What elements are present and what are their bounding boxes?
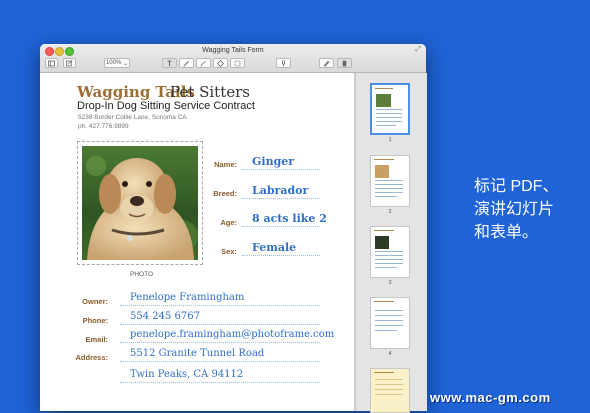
age-label: Age: [220, 218, 237, 227]
breed-label: Breed: [213, 189, 237, 198]
brand-name-regular: Pet Sitters [170, 83, 250, 101]
pen-icon [183, 60, 189, 67]
sidebar-toggle-button[interactable] [45, 58, 58, 68]
pdf-page: Wagging Tails Pet Sitters Drop-In Dog Si… [40, 73, 354, 411]
contract-subtitle: Drop-In Dog Sitting Service Contract [77, 100, 255, 112]
sign-button[interactable] [319, 58, 334, 68]
window-title: Wagging Tails Form [202, 47, 264, 54]
address-line-2-value[interactable]: Twin Peaks, CA 94112 [130, 369, 243, 380]
page-number-4: 4 [388, 351, 392, 357]
page-thumbnail-5[interactable] [370, 368, 410, 413]
phone-value[interactable]: 554 245 6767 [130, 311, 200, 322]
text-cursor-icon [167, 60, 172, 66]
sex-value[interactable]: Female [252, 241, 296, 254]
selection-tool-button[interactable] [230, 58, 245, 68]
promo-line-2: 演讲幻灯片 [474, 201, 555, 218]
email-label: Email: [85, 335, 108, 344]
age-value[interactable]: 8 acts like 2 [252, 212, 327, 225]
address-line: 5238 Border Collie Lane, Sonoma CA [78, 114, 187, 121]
name-value[interactable]: Ginger [252, 155, 294, 168]
promo-line-1: 标记 PDF、 [474, 178, 559, 195]
owner-label: Owner: [82, 297, 108, 306]
thumbnail-sidebar: 1 2 3 4 [355, 73, 427, 413]
phone-label: Phone: [82, 316, 108, 325]
name-field-line [242, 169, 320, 170]
sex-label: Sex: [221, 247, 237, 256]
pen-nib-icon [323, 60, 330, 67]
page-number-1: 1 [388, 137, 392, 143]
font-style-button[interactable] [276, 58, 291, 68]
breed-field-line [242, 198, 320, 199]
page-thumbnail-1[interactable] [370, 83, 410, 135]
photo-caption: PHOTO [130, 271, 153, 278]
brush-icon [200, 60, 206, 66]
page-thumbnail-2[interactable] [370, 155, 410, 207]
phone-line: ph. 427.776.9899 [78, 123, 129, 130]
page-thumbnail-4[interactable] [370, 297, 410, 349]
rect-select-icon [234, 60, 241, 66]
page-number-3: 3 [388, 280, 392, 286]
promo-text: 标记 PDF、 演讲幻灯片 和表单。 [474, 175, 558, 244]
shapes-tool-button[interactable] [213, 58, 228, 68]
shape-icon [217, 59, 224, 67]
sex-field-line [242, 255, 320, 256]
watermark: www.mac-gm.com [430, 390, 551, 405]
page-thumbnail-3[interactable] [370, 226, 410, 278]
breed-value[interactable]: Labrador [252, 184, 308, 197]
email-value[interactable]: penelope.framingham@photoframe.com [130, 329, 334, 340]
edit-note-icon [66, 59, 73, 66]
page-number-2: 2 [388, 209, 392, 215]
name-label: Name: [214, 160, 237, 169]
owner-value[interactable]: Penelope Framingham [130, 292, 244, 303]
titlebar: Wagging Tails Form ⤢ 100% ⌄ [40, 44, 426, 73]
age-field-line [242, 226, 320, 227]
annotate-button[interactable] [337, 58, 352, 68]
address-value[interactable]: 5512 Granite Tunnel Road [130, 348, 264, 359]
markup-edit-button[interactable] [63, 58, 76, 68]
address-field-line [120, 361, 320, 362]
text-tool-button[interactable] [162, 58, 177, 68]
microphone-icon [282, 59, 285, 66]
fullscreen-icon[interactable]: ⤢ [415, 46, 421, 54]
zoom-select[interactable]: 100% ⌄ [104, 58, 130, 68]
chevron-down-icon: ⌄ [121, 60, 129, 67]
promo-line-3: 和表单。 [474, 224, 539, 241]
sketch-tool-button[interactable] [179, 58, 194, 68]
email-field-line [120, 342, 320, 343]
sidebar-icon [48, 60, 55, 66]
phone-field-line [120, 324, 320, 325]
zoom-level: 100% [105, 60, 122, 66]
draw-tool-button[interactable] [196, 58, 211, 68]
owner-field-line [120, 305, 320, 306]
address-label: Address: [75, 353, 108, 362]
document-icon [342, 60, 347, 66]
address-line-2-field-line [120, 382, 320, 383]
